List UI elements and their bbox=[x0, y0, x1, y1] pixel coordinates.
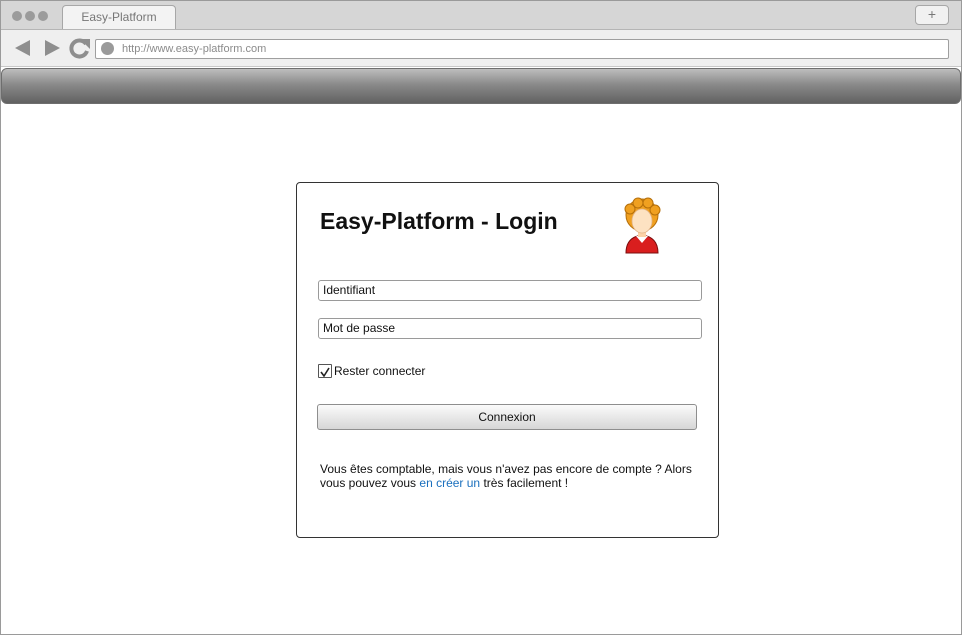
arrow-right-icon[interactable] bbox=[41, 37, 63, 59]
reload-icon[interactable] bbox=[67, 37, 91, 61]
login-button[interactable]: Connexion bbox=[317, 404, 697, 430]
site-info-icon bbox=[101, 42, 114, 55]
password-input[interactable]: Mot de passe bbox=[318, 318, 702, 339]
login-panel: Easy-Platform - Login Identifiant Mot de… bbox=[296, 182, 719, 538]
browser-tab[interactable]: Easy-Platform bbox=[62, 5, 176, 29]
address-bar[interactable]: http://www.easy-platform.com bbox=[95, 39, 949, 59]
browser-nav-bar: http://www.easy-platform.com bbox=[1, 30, 961, 67]
window-close-dot[interactable] bbox=[12, 11, 22, 21]
window-maximize-dot[interactable] bbox=[38, 11, 48, 21]
login-title: Easy-Platform - Login bbox=[320, 208, 558, 234]
signup-info-text: Vous êtes comptable, mais vous n'avez pa… bbox=[320, 462, 705, 490]
checkmark-icon bbox=[320, 367, 330, 378]
browser-tab-bar: Easy-Platform + bbox=[1, 1, 961, 30]
remember-me-checkbox[interactable] bbox=[318, 364, 332, 378]
remember-me-label[interactable]: Rester connecter bbox=[334, 364, 425, 378]
signup-info-text-end: très facilement ! bbox=[480, 476, 569, 490]
site-header-bar bbox=[1, 68, 961, 104]
window-minimize-dot[interactable] bbox=[25, 11, 35, 21]
browser-window: Easy-Platform + http://www.easy-platform… bbox=[0, 0, 962, 635]
create-account-link[interactable]: en créer un bbox=[419, 476, 480, 490]
new-tab-button[interactable]: + bbox=[915, 5, 949, 25]
username-input[interactable]: Identifiant bbox=[318, 280, 702, 301]
user-avatar-icon bbox=[624, 197, 661, 254]
address-bar-url: http://www.easy-platform.com bbox=[122, 43, 267, 55]
arrow-left-icon[interactable] bbox=[12, 37, 34, 59]
